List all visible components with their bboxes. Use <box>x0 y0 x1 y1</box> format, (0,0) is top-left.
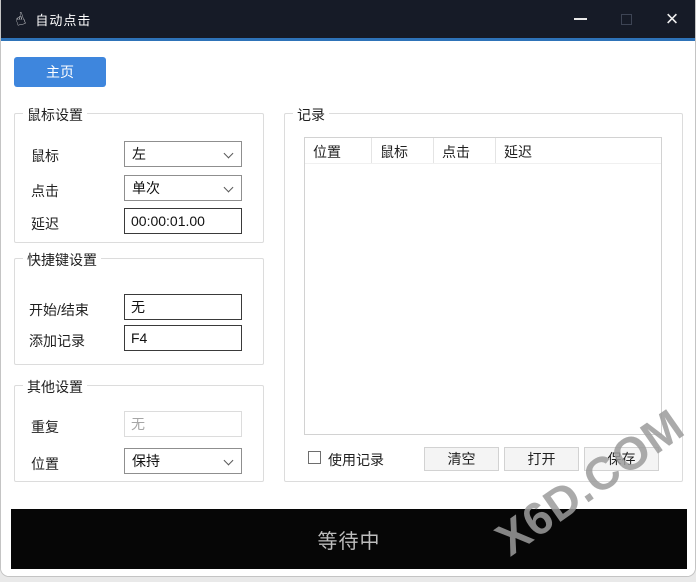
chevron-down-icon <box>224 183 234 193</box>
chevron-down-icon <box>224 456 234 466</box>
minimize-icon <box>574 18 587 20</box>
maximize-icon <box>621 14 632 25</box>
use-records-checkbox[interactable] <box>308 451 321 464</box>
window-title: 自动点击 <box>35 10 91 29</box>
delay-label: 延迟 <box>31 214 59 234</box>
click-type-value: 单次 <box>132 178 160 198</box>
hand-pointer-icon: ☝ <box>13 9 28 28</box>
home-tab-button[interactable]: 主页 <box>14 57 106 87</box>
group-other-legend: 其他设置 <box>23 377 87 397</box>
close-button[interactable]: × <box>649 0 695 38</box>
mouse-button-label: 鼠标 <box>31 146 59 166</box>
titlebar: ☝ 自动点击 × <box>1 0 695 38</box>
status-text: 等待中 <box>318 525 381 554</box>
add-record-hotkey-label: 添加记录 <box>29 331 85 351</box>
repeat-input <box>124 411 242 437</box>
group-hotkey-legend: 快捷键设置 <box>23 250 101 270</box>
client-area: 主页 鼠标设置 鼠标 左 点击 单次 延迟 快捷键设置 开始/结束 添加记录 其… <box>1 41 695 576</box>
position-label: 位置 <box>31 454 59 474</box>
add-record-hotkey-input[interactable] <box>124 325 242 351</box>
maximize-button[interactable] <box>603 0 649 38</box>
delay-input[interactable] <box>124 208 242 234</box>
clear-button[interactable]: 清空 <box>424 447 499 471</box>
open-button[interactable]: 打开 <box>504 447 579 471</box>
app-window: ☝ 自动点击 × 主页 鼠标设置 鼠标 左 点击 单次 <box>0 0 696 577</box>
close-icon: × <box>666 8 679 30</box>
group-mouse-legend: 鼠标设置 <box>23 105 87 125</box>
start-stop-hotkey-label: 开始/结束 <box>29 300 89 320</box>
status-bar: 等待中 <box>11 509 687 569</box>
chevron-down-icon <box>224 149 234 159</box>
repeat-label: 重复 <box>31 417 59 437</box>
mouse-button-value: 左 <box>132 144 146 164</box>
window-controls: × <box>557 0 695 38</box>
group-records-legend: 记录 <box>293 105 329 125</box>
save-button[interactable]: 保存 <box>584 447 659 471</box>
start-stop-hotkey-input[interactable] <box>124 294 242 320</box>
records-header-row: 位置 鼠标 点击 延迟 <box>305 138 661 164</box>
column-header-delay[interactable]: 延迟 <box>496 138 661 163</box>
position-select[interactable]: 保持 <box>124 448 242 474</box>
use-records-label: 使用记录 <box>328 450 384 470</box>
position-value: 保持 <box>132 451 160 471</box>
click-type-label: 点击 <box>31 181 59 201</box>
column-header-click[interactable]: 点击 <box>434 138 496 163</box>
minimize-button[interactable] <box>557 0 603 38</box>
column-header-mouse[interactable]: 鼠标 <box>372 138 434 163</box>
column-header-position[interactable]: 位置 <box>305 138 372 163</box>
records-listview[interactable]: 位置 鼠标 点击 延迟 <box>304 137 662 435</box>
mouse-button-select[interactable]: 左 <box>124 141 242 167</box>
click-type-select[interactable]: 单次 <box>124 175 242 201</box>
